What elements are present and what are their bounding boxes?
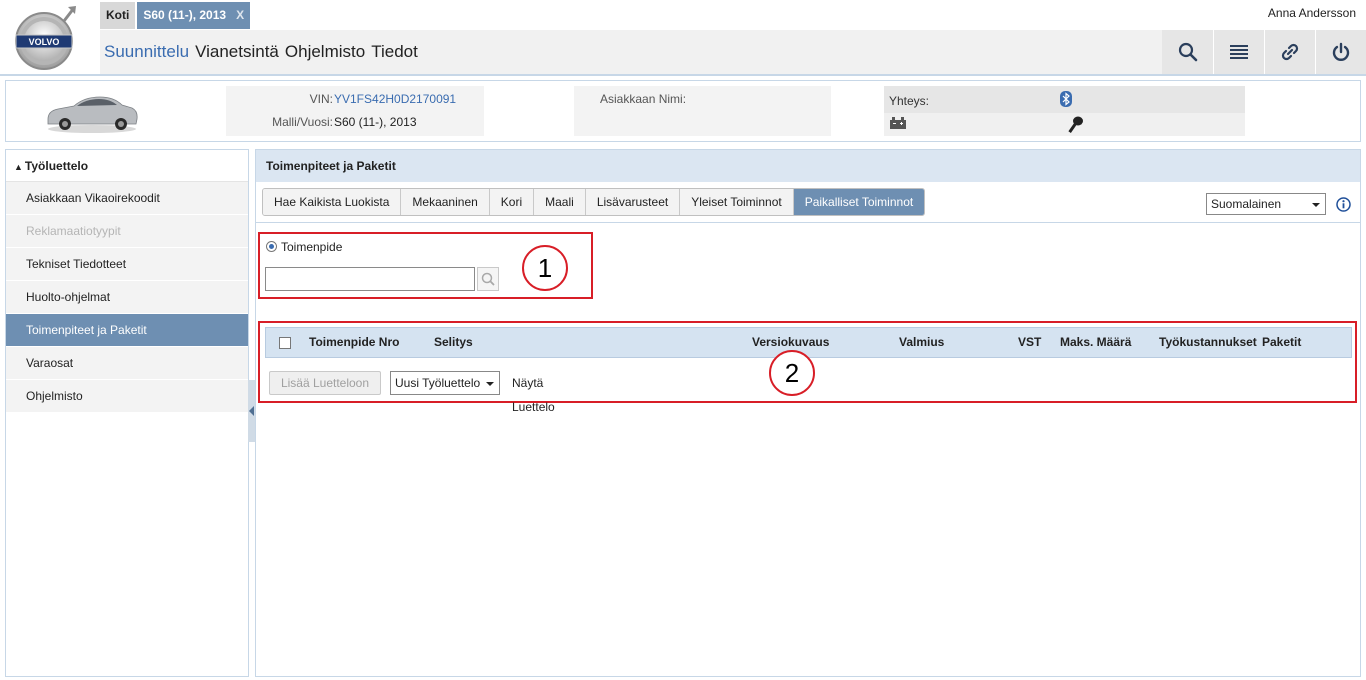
key-icon	[1068, 116, 1083, 133]
sidebar-collapse-handle[interactable]	[248, 380, 255, 442]
panel-title: Toimenpiteet ja Paketit	[256, 150, 1360, 182]
model-value: S60 (11-), 2013	[334, 115, 417, 129]
sidebar-title-label: Työluettelo	[24, 159, 89, 173]
add-to-list-button[interactable]: Lisää Luetteloon	[269, 371, 381, 395]
vehicle-info-bar: VIN: YV1FS42H0D2170091 Malli/Vuosi: S60 …	[5, 80, 1361, 142]
sidebar-item-claim-types: Reklamaatiotyypit	[6, 215, 248, 248]
link-icon	[1281, 43, 1299, 61]
show-list-link[interactable]: Näytä Luettelo	[512, 371, 555, 419]
main-panel: Toimenpiteet ja Paketit Hae Kaikista Luo…	[255, 149, 1361, 677]
worklist-select[interactable]: Uusi Työluettelo	[390, 371, 500, 395]
callout-1: 1	[522, 245, 568, 291]
col-description[interactable]: Selitys	[434, 328, 473, 357]
panel-divider	[256, 222, 1360, 223]
language-value: Suomalainen	[1211, 197, 1282, 211]
vin-label: VIN:	[309, 92, 333, 106]
search-icon	[1178, 42, 1197, 62]
menu-button[interactable]	[1213, 30, 1264, 74]
tab-paint[interactable]: Maali	[534, 189, 586, 215]
operation-radio-label: Toimenpide	[281, 240, 343, 254]
tab-general-operations[interactable]: Yleiset Toiminnot	[680, 189, 794, 215]
vehicle-id-box: VIN: YV1FS42H0D2170091 Malli/Vuosi: S60 …	[226, 86, 484, 136]
app-header: VOLVO Koti S60 (11-), 2013 X Anna Anderss…	[0, 0, 1366, 76]
main-navigation: Suunnittelu Vianetsintä Ohjelmisto Tiedo…	[100, 30, 1162, 74]
tab-mechanical[interactable]: Mekaaninen	[401, 189, 490, 215]
sidebar-item-spare-parts[interactable]: Varaosat	[6, 347, 248, 380]
category-tabs: Hae Kaikista Luokista Mekaaninen Kori Ma…	[262, 188, 926, 216]
nav-suunnittelu[interactable]: Suunnittelu	[104, 42, 189, 62]
col-packages[interactable]: Paketit	[1262, 328, 1301, 357]
sidebar-item-service-programs[interactable]: Huolto-ohjelmat	[6, 281, 248, 314]
sidebar-item-technical-bulletins[interactable]: Tekniset Tiedotteet	[6, 248, 248, 281]
battery-icon	[890, 117, 906, 129]
language-select[interactable]: Suomalainen	[1206, 193, 1326, 215]
connection-box: Yhteys:	[884, 86, 1245, 136]
customer-name-label: Asiakkaan Nimi:	[600, 92, 687, 106]
user-name[interactable]: Anna Andersson	[1268, 6, 1356, 20]
chevron-down-icon	[1312, 203, 1320, 207]
sidebar-title[interactable]: ▲ Työluettelo	[6, 150, 248, 182]
sidebar-item-software[interactable]: Ohjelmisto	[6, 380, 248, 413]
tab-local-operations[interactable]: Paikalliset Toiminnot	[793, 189, 925, 215]
tab-vehicle[interactable]: S60 (11-), 2013 X	[137, 2, 251, 29]
tab-accessories[interactable]: Lisävarusteet	[585, 189, 681, 215]
nav-tiedot[interactable]: Tiedot	[371, 42, 418, 62]
nav-ohjelmisto[interactable]: Ohjelmisto	[285, 42, 365, 62]
search-button[interactable]	[1162, 30, 1213, 74]
connection-button[interactable]	[1264, 30, 1315, 74]
sidebar: ▲ Työluettelo Asiakkaan Vikaoirekoodit Re…	[5, 149, 249, 677]
collapse-triangle-icon: ▲	[14, 162, 23, 172]
callout-2: 2	[769, 350, 815, 396]
tab-home-label: Koti	[106, 8, 130, 22]
operation-search-button[interactable]	[477, 267, 499, 291]
worklist-select-value: Uusi Työluettelo	[395, 376, 481, 390]
logo-brand-text: VOLVO	[29, 37, 60, 47]
connection-label: Yhteys:	[889, 94, 930, 108]
power-icon	[1332, 42, 1350, 61]
col-max-quantity[interactable]: Maks. Määrä	[1060, 328, 1131, 357]
model-label: Malli/Vuosi:	[272, 115, 333, 129]
search-icon	[481, 272, 495, 286]
bluetooth-icon	[1060, 91, 1072, 107]
info-icon[interactable]	[1336, 197, 1351, 212]
col-operation-no[interactable]: Toimenpide Nro	[309, 328, 399, 357]
volvo-logo[interactable]: VOLVO	[10, 4, 78, 72]
operation-radio[interactable]	[266, 241, 277, 252]
col-readiness[interactable]: Valmius	[899, 328, 944, 357]
tab-vehicle-label: S60 (11-), 2013	[143, 8, 227, 22]
col-labor-cost[interactable]: Työkustannukset	[1159, 328, 1257, 357]
col-vst[interactable]: VST	[1018, 328, 1041, 357]
document-tabs: Koti S60 (11-), 2013 X	[100, 2, 252, 29]
tab-search-all[interactable]: Hae Kaikista Luokista	[263, 189, 402, 215]
power-button[interactable]	[1315, 30, 1366, 74]
tab-close-button[interactable]: X	[236, 8, 244, 22]
list-icon	[1230, 45, 1248, 59]
chevron-down-icon	[486, 382, 494, 386]
chevron-left-icon	[249, 406, 254, 416]
toolbar	[1162, 30, 1366, 74]
tab-home[interactable]: Koti	[100, 2, 136, 29]
operation-search-input[interactable]	[265, 267, 475, 291]
customer-box: Asiakkaan Nimi:	[574, 86, 831, 136]
car-image	[47, 96, 138, 133]
table-header: Toimenpide Nro Selitys Versiokuvaus Valm…	[265, 327, 1352, 358]
nav-vianetsinta[interactable]: Vianetsintä	[195, 42, 279, 62]
vin-value[interactable]: YV1FS42H0D2170091	[334, 90, 456, 108]
sidebar-item-operations-packages[interactable]: Toimenpiteet ja Paketit	[6, 314, 248, 347]
tab-body[interactable]: Kori	[489, 189, 535, 215]
select-all-checkbox[interactable]	[279, 337, 291, 349]
sidebar-item-customer-fault-codes[interactable]: Asiakkaan Vikaoirekoodit	[6, 182, 248, 215]
